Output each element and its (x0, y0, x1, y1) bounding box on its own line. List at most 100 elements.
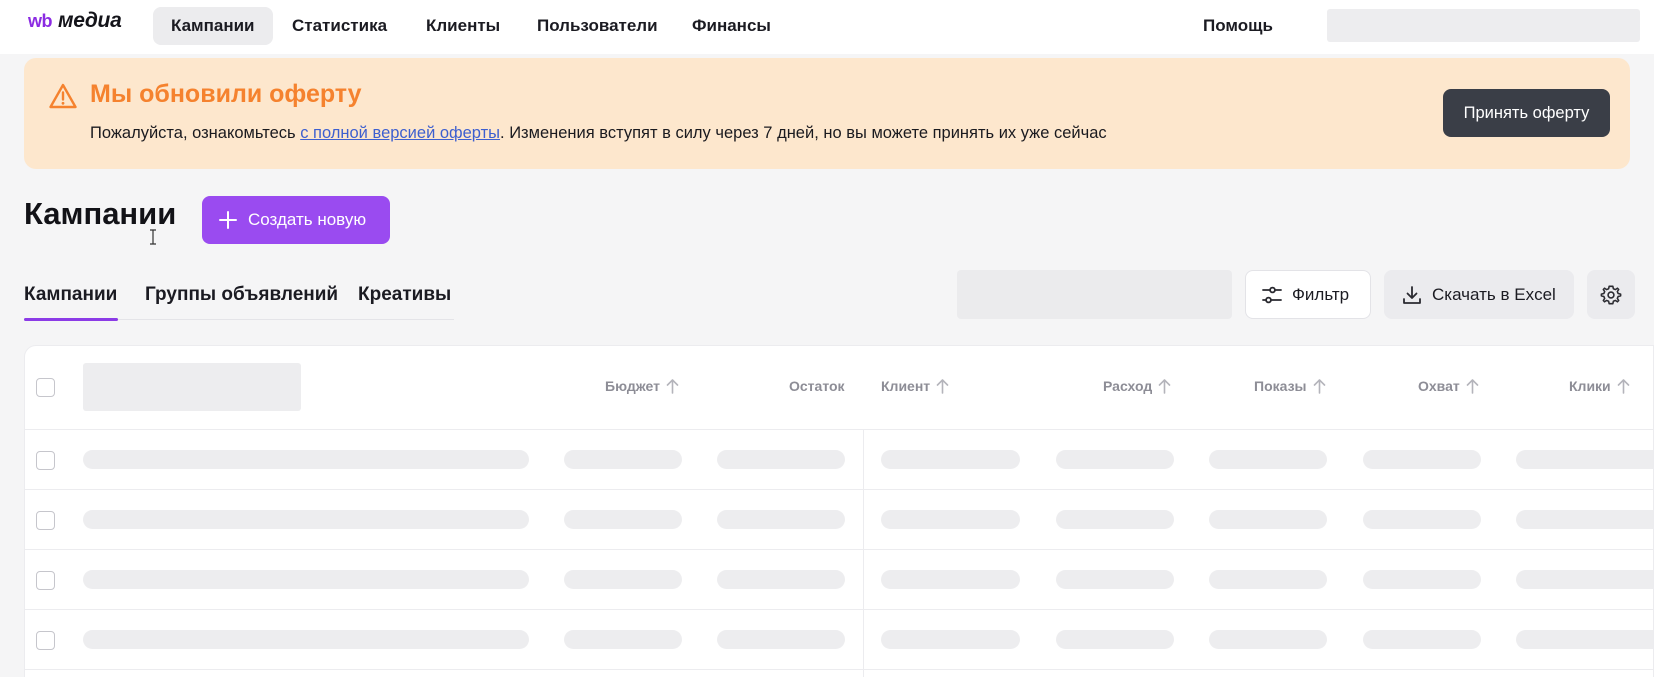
offer-full-version-link[interactable]: с полной версией оферты (300, 124, 500, 142)
skeleton-cell-client (881, 570, 1020, 589)
create-campaign-button[interactable]: Создать новую (202, 196, 390, 244)
skeleton-cell-budget (564, 570, 682, 589)
logo-media: медиа (58, 9, 122, 32)
column-label-impressions: Показы (1254, 378, 1307, 394)
filter-button[interactable]: Фильтр (1245, 270, 1371, 319)
skeleton-cell-client (881, 630, 1020, 649)
skeleton-cell-clicks (1516, 630, 1653, 649)
skeleton-cell-clicks (1516, 450, 1653, 469)
accept-offer-button[interactable]: Принять оферту (1443, 89, 1610, 137)
wb-media-logo[interactable]: wb медиа (28, 9, 122, 37)
skeleton-cell-impressions (1209, 450, 1327, 469)
sort-arrow-up-icon (1158, 379, 1171, 394)
skeleton-cell-reach (1363, 630, 1481, 649)
column-header-budget[interactable]: Бюджет (605, 378, 679, 394)
table-row-loading (25, 430, 1653, 490)
table-settings-button[interactable] (1587, 270, 1635, 319)
skeleton-cell-name (83, 570, 529, 589)
skeleton-cell-budget (564, 510, 682, 529)
nav-item-clients[interactable]: Клиенты (408, 7, 518, 45)
table-row-loading (25, 610, 1653, 670)
help-link[interactable]: Помощь (1203, 7, 1273, 45)
column-label-budget: Бюджет (605, 378, 660, 394)
skeleton-cell-client (881, 510, 1020, 529)
row-checkbox[interactable] (36, 571, 55, 590)
nav-item-campaigns[interactable]: Кампании (153, 7, 273, 45)
table-header: Бюджет Остаток Клиент Расход Показы Охва… (25, 346, 1653, 430)
column-label-reach: Охват (1418, 378, 1460, 394)
banner-text-before: Пожалуйста, ознакомьтесь (90, 124, 301, 142)
active-tab-indicator (24, 318, 118, 321)
tab-ad-groups[interactable]: Группы объявлений (145, 284, 338, 306)
column-label-balance: Остаток (789, 378, 845, 394)
download-icon (1403, 285, 1421, 304)
skeleton-cell-impressions (1209, 630, 1327, 649)
text-cursor-icon (150, 229, 156, 245)
campaigns-page: wb медиа Кампании Статистика Клиенты Пол… (0, 0, 1654, 677)
nav-item-users[interactable]: Пользователи (519, 7, 676, 45)
column-label-client: Клиент (881, 378, 931, 394)
select-all-checkbox[interactable] (36, 378, 55, 397)
table-row-loading (25, 490, 1653, 550)
logo-wb: wb (28, 11, 53, 31)
skeleton-cell-spend (1056, 450, 1174, 469)
skeleton-cell-spend (1056, 630, 1174, 649)
create-campaign-label: Создать новую (248, 210, 367, 229)
column-header-clicks[interactable]: Клики (1569, 378, 1630, 394)
top-navigation: wb медиа Кампании Статистика Клиенты Пол… (0, 0, 1654, 54)
table-row-loading (25, 550, 1653, 610)
banner-title: Мы обновили оферту (90, 80, 362, 108)
sliders-icon (1262, 286, 1282, 303)
skeleton-cell-budget (564, 450, 682, 469)
skeleton-cell-clicks (1516, 570, 1653, 589)
filter-label: Фильтр (1292, 284, 1350, 304)
campaigns-table: Бюджет Остаток Клиент Расход Показы Охва… (24, 345, 1654, 677)
tab-campaigns[interactable]: Кампании (24, 284, 117, 306)
column-label-clicks: Клики (1569, 378, 1611, 394)
sort-arrow-up-icon (1466, 379, 1479, 394)
skeleton-cell-balance (717, 570, 845, 589)
skeleton-cell-balance (717, 450, 845, 469)
skeleton-cell-balance (717, 510, 845, 529)
skeleton-cell-reach (1363, 450, 1481, 469)
column-header-spend[interactable]: Расход (1103, 378, 1171, 394)
row-checkbox[interactable] (36, 631, 55, 650)
column-header-reach[interactable]: Охват (1418, 378, 1479, 394)
skeleton-cell-name (83, 630, 529, 649)
tabs-divider (118, 319, 454, 320)
sort-arrow-up-icon (666, 379, 679, 394)
warning-triangle-icon (49, 83, 77, 109)
tab-creatives[interactable]: Креативы (358, 284, 451, 306)
download-excel-label: Скачать в Excel (1432, 284, 1556, 304)
skeleton-cell-clicks (1516, 510, 1653, 529)
skeleton-cell-impressions (1209, 510, 1327, 529)
sort-arrow-up-icon (936, 379, 949, 394)
name-column-header-placeholder (83, 363, 301, 411)
column-header-balance[interactable]: Остаток (789, 378, 845, 394)
skeleton-cell-name (83, 510, 529, 529)
plus-icon (219, 211, 237, 229)
skeleton-cell-spend (1056, 570, 1174, 589)
skeleton-cell-balance (717, 630, 845, 649)
skeleton-cell-reach (1363, 570, 1481, 589)
column-header-impressions[interactable]: Показы (1254, 378, 1326, 394)
gear-icon (1600, 285, 1622, 304)
search-input-placeholder[interactable] (957, 270, 1232, 319)
row-checkbox[interactable] (36, 511, 55, 530)
sort-arrow-up-icon (1313, 379, 1325, 394)
row-checkbox[interactable] (36, 451, 55, 470)
nav-item-statistics[interactable]: Статистика (274, 7, 405, 45)
skeleton-cell-budget (564, 630, 682, 649)
skeleton-cell-impressions (1209, 570, 1327, 589)
column-header-client[interactable]: Клиент (881, 378, 949, 394)
download-excel-button[interactable]: Скачать в Excel (1384, 270, 1574, 319)
banner-text-after: . Изменения вступят в силу через 7 дней,… (500, 124, 1107, 142)
nav-item-finance[interactable]: Финансы (674, 7, 789, 45)
page-title: Кампании (24, 196, 177, 231)
column-label-spend: Расход (1103, 378, 1153, 394)
skeleton-cell-name (83, 450, 529, 469)
banner-message: Пожалуйста, ознакомьтесь с полной версие… (90, 124, 1107, 143)
skeleton-cell-spend (1056, 510, 1174, 529)
offer-update-banner: Мы обновили оферту Пожалуйста, ознакомьт… (24, 58, 1630, 169)
user-menu-placeholder[interactable] (1327, 9, 1640, 42)
